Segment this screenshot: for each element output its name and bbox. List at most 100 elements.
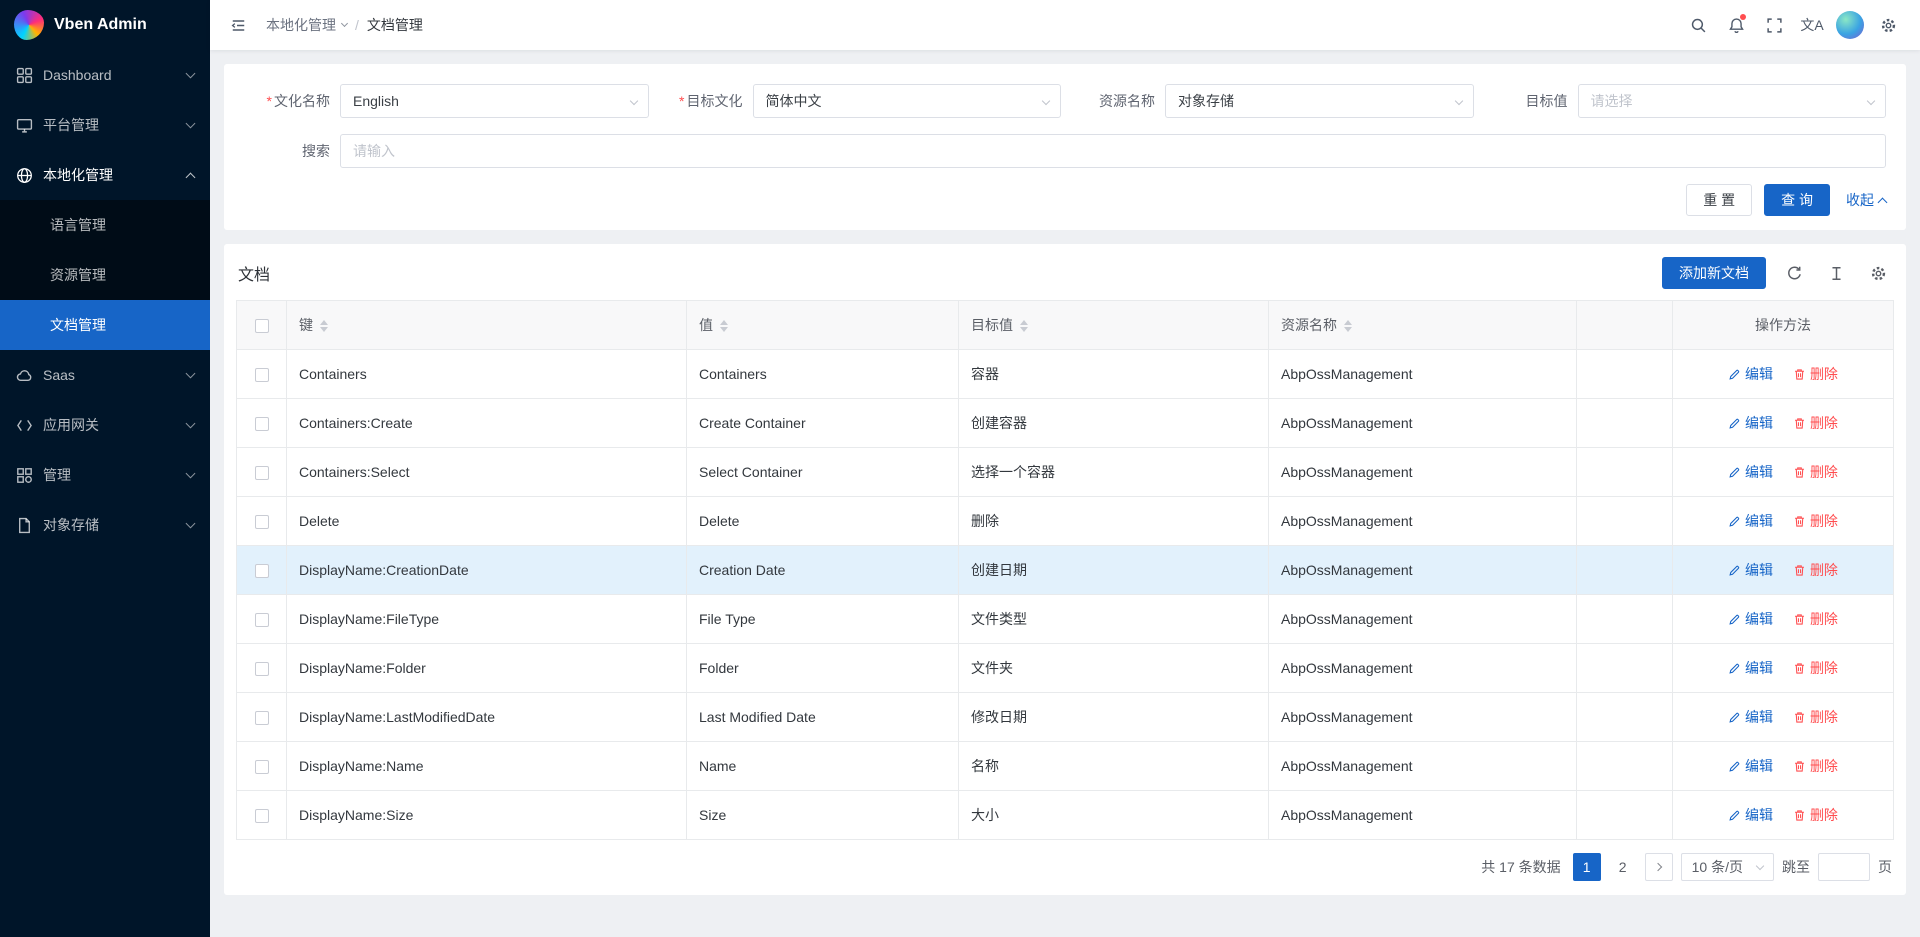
jump-label: 跳至 (1782, 857, 1810, 877)
sidebar-item-document-management[interactable]: 文档管理 (0, 300, 210, 350)
sidebar-item-dashboard[interactable]: Dashboard (0, 50, 210, 100)
delete-button[interactable]: 删除 (1793, 707, 1838, 727)
translate-icon[interactable]: 文A (1798, 11, 1826, 39)
cell-target: 文件夹 (959, 644, 1269, 693)
page-size-select[interactable]: 10 条/页 (1681, 853, 1774, 881)
row-checkbox[interactable] (255, 760, 269, 774)
search-label: 搜索 (244, 141, 340, 161)
next-page-button[interactable] (1645, 853, 1673, 881)
sort-icon[interactable] (1020, 320, 1028, 332)
cell-target: 创建容器 (959, 399, 1269, 448)
avatar[interactable] (1836, 11, 1864, 39)
column-settings-gear-icon[interactable] (1864, 259, 1892, 287)
sort-icon[interactable] (720, 320, 728, 332)
sidebar-item-saas[interactable]: Saas (0, 350, 210, 400)
cell-target: 删除 (959, 497, 1269, 546)
row-height-icon[interactable] (1822, 259, 1850, 287)
cell-key: DisplayName:LastModifiedDate (287, 693, 687, 742)
delete-button[interactable]: 删除 (1793, 609, 1838, 629)
cell-value: Create Container (687, 399, 959, 448)
delete-button[interactable]: 删除 (1793, 756, 1838, 776)
delete-button[interactable]: 删除 (1793, 560, 1838, 580)
cell-key: DisplayName:Size (287, 791, 687, 840)
globe-icon (16, 167, 33, 184)
sidebar-item-label: 管理 (43, 465, 71, 485)
cell-target: 创建日期 (959, 546, 1269, 595)
logo[interactable]: Vben Admin (0, 0, 210, 50)
collapse-link[interactable]: 收起 (1846, 190, 1886, 210)
delete-button[interactable]: 删除 (1793, 511, 1838, 531)
row-checkbox[interactable] (255, 417, 269, 431)
culture-select[interactable]: English (340, 84, 649, 118)
add-document-button[interactable]: 添加新文档 (1662, 257, 1766, 289)
sidebar-item-gateway[interactable]: 应用网关 (0, 400, 210, 450)
sidebar-item-object-storage[interactable]: 对象存储 (0, 500, 210, 550)
column-header-target[interactable]: 目标值 (959, 301, 1269, 350)
edit-button[interactable]: 编辑 (1728, 707, 1773, 727)
row-checkbox[interactable] (255, 515, 269, 529)
jump-page-input[interactable] (1818, 853, 1870, 881)
sidebar-item-resource-management[interactable]: 资源管理 (0, 250, 210, 300)
delete-button[interactable]: 删除 (1793, 805, 1838, 825)
sidebar-item-label: Dashboard (43, 67, 112, 83)
sort-icon[interactable] (320, 320, 328, 332)
resource-select[interactable]: 对象存储 (1165, 84, 1474, 118)
refresh-icon[interactable] (1780, 259, 1808, 287)
edit-button[interactable]: 编辑 (1728, 364, 1773, 384)
sidebar-item-platform[interactable]: 平台管理 (0, 100, 210, 150)
row-checkbox[interactable] (255, 711, 269, 725)
page-button-1[interactable]: 1 (1573, 853, 1601, 881)
delete-button[interactable]: 删除 (1793, 364, 1838, 384)
sidebar-item-localization[interactable]: 本地化管理 (0, 150, 210, 200)
row-checkbox[interactable] (255, 613, 269, 627)
query-button[interactable]: 查 询 (1764, 184, 1830, 216)
row-checkbox[interactable] (255, 466, 269, 480)
cell-resource: AbpOssManagement (1269, 350, 1577, 399)
cell-value: Name (687, 742, 959, 791)
column-header-resource[interactable]: 资源名称 (1269, 301, 1577, 350)
target-culture-select-value: 简体中文 (766, 91, 822, 111)
chevron-up-icon (1878, 197, 1888, 207)
column-header-key[interactable]: 键 (287, 301, 687, 350)
edit-button[interactable]: 编辑 (1728, 511, 1773, 531)
cell-resource: AbpOssManagement (1269, 742, 1577, 791)
sidebar-item-admin[interactable]: 管理 (0, 450, 210, 500)
edit-button[interactable]: 编辑 (1728, 805, 1773, 825)
table-row: Delete Delete 删除 AbpOssManagement 编辑 删除 (237, 497, 1894, 546)
sort-icon[interactable] (1344, 320, 1352, 332)
table-row: Containers:Create Create Container 创建容器 … (237, 399, 1894, 448)
reset-button[interactable]: 重 置 (1686, 184, 1752, 216)
row-checkbox[interactable] (255, 809, 269, 823)
notification-bell-icon[interactable] (1722, 11, 1750, 39)
delete-button[interactable]: 删除 (1793, 413, 1838, 433)
search-input[interactable] (340, 134, 1886, 168)
delete-button[interactable]: 删除 (1793, 462, 1838, 482)
row-checkbox[interactable] (255, 368, 269, 382)
fullscreen-icon[interactable] (1760, 11, 1788, 39)
column-header-value[interactable]: 值 (687, 301, 959, 350)
settings-gear-icon[interactable] (1874, 11, 1902, 39)
sidebar-item-language-management[interactable]: 语言管理 (0, 200, 210, 250)
edit-button[interactable]: 编辑 (1728, 560, 1773, 580)
page-button-2[interactable]: 2 (1609, 853, 1637, 881)
filter-panel: *文化名称 English *目标文化 简体中文 资源名称 (224, 64, 1906, 230)
chevron-down-icon (186, 118, 196, 128)
edit-button[interactable]: 编辑 (1728, 413, 1773, 433)
cell-key: Containers:Create (287, 399, 687, 448)
target-value-select[interactable]: 请选择 (1578, 84, 1887, 118)
delete-button[interactable]: 删除 (1793, 658, 1838, 678)
row-checkbox[interactable] (255, 662, 269, 676)
edit-button[interactable]: 编辑 (1728, 658, 1773, 678)
select-all-checkbox[interactable] (255, 319, 269, 333)
cell-spacer (1577, 546, 1673, 595)
row-checkbox[interactable] (255, 564, 269, 578)
menu-fold-icon[interactable] (224, 11, 252, 39)
breadcrumb-parent[interactable]: 本地化管理 (266, 15, 347, 35)
search-icon[interactable] (1684, 11, 1712, 39)
edit-button[interactable]: 编辑 (1728, 756, 1773, 776)
edit-button[interactable]: 编辑 (1728, 462, 1773, 482)
cell-key: DisplayName:CreationDate (287, 546, 687, 595)
target-culture-select[interactable]: 简体中文 (753, 84, 1062, 118)
edit-button[interactable]: 编辑 (1728, 609, 1773, 629)
sidebar-item-label: 平台管理 (43, 115, 99, 135)
